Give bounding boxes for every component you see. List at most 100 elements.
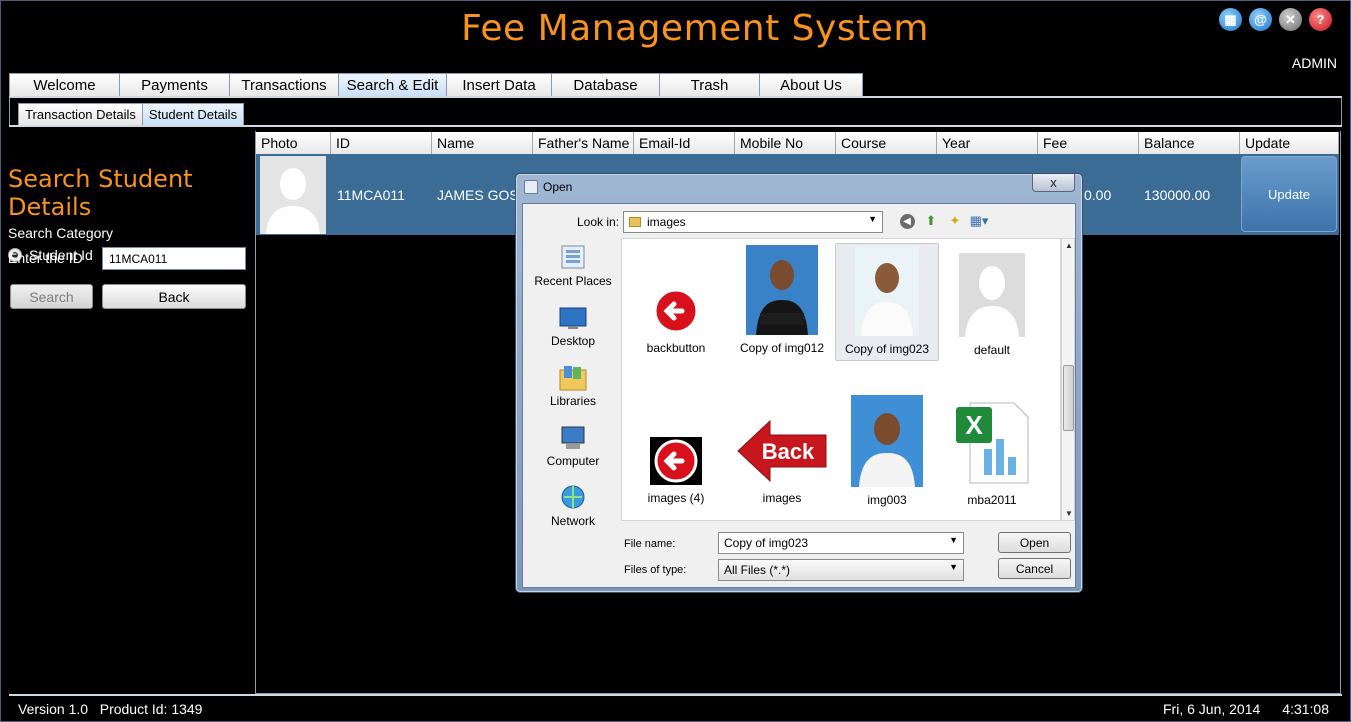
tab-welcome[interactable]: Welcome — [9, 73, 120, 97]
column-header[interactable]: Name — [432, 132, 533, 154]
place-label: Recent Places — [534, 274, 612, 288]
new-folder-icon[interactable]: ✦ — [946, 212, 964, 230]
network-icon — [558, 484, 588, 510]
recent-places-icon — [558, 244, 588, 270]
silhouette-icon — [260, 156, 326, 234]
place-label: Computer — [546, 454, 600, 468]
place-libraries[interactable]: Libraries — [533, 364, 613, 408]
file-name: default — [973, 343, 1011, 357]
column-header[interactable]: Father's Name — [533, 132, 634, 154]
grid-icon[interactable]: ▦ — [1218, 7, 1243, 32]
look-in-value: images — [647, 215, 686, 229]
file-item[interactable]: Back images — [730, 417, 834, 505]
search-title: Search Student Details — [8, 165, 193, 221]
file-name: images (4) — [647, 491, 705, 505]
cell-fee: 0.00 — [1084, 187, 1112, 203]
place-computer[interactable]: Computer — [533, 424, 613, 468]
search-button[interactable]: Search — [10, 284, 93, 309]
file-name-combo[interactable]: Copy of img023 ▼ — [718, 532, 964, 554]
tab-insert-data[interactable]: Insert Data — [446, 73, 552, 97]
scrollbar-thumb[interactable] — [1063, 365, 1074, 431]
place-desktop[interactable]: Desktop — [533, 304, 613, 348]
file-item[interactable]: X mba2011 — [940, 399, 1044, 507]
column-header[interactable]: Course — [836, 132, 937, 154]
update-button[interactable]: Update — [1241, 156, 1337, 232]
look-in-label: Look in: — [577, 215, 620, 229]
svg-text:X: X — [965, 410, 983, 440]
student-photo — [260, 156, 326, 234]
tab-transaction-details[interactable]: Transaction Details — [18, 103, 143, 125]
cell-id: 11MCA011 — [337, 187, 405, 203]
column-header[interactable]: Email-Id — [634, 132, 735, 154]
view-menu-icon[interactable]: ▦▾ — [970, 212, 989, 230]
file-item[interactable]: Copy of img023 — [835, 243, 939, 361]
file-name: Copy of img012 — [739, 341, 825, 355]
place-label: Network — [550, 514, 595, 528]
tab-payments[interactable]: Payments — [119, 73, 230, 97]
scroll-down-icon[interactable]: ▼ — [1065, 509, 1073, 518]
scroll-up-icon[interactable]: ▲ — [1065, 241, 1073, 250]
tab-transactions[interactable]: Transactions — [229, 73, 339, 97]
place-network[interactable]: Network — [533, 484, 613, 528]
column-header[interactable]: Balance — [1139, 132, 1240, 154]
libraries-icon — [558, 364, 588, 391]
close-icon[interactable]: ✕ — [1278, 7, 1303, 32]
tab-database[interactable]: Database — [551, 73, 660, 97]
look-in-combo[interactable]: images ▼ — [623, 211, 883, 233]
column-header[interactable]: Fee — [1038, 132, 1139, 154]
file-item[interactable]: default — [940, 253, 1044, 357]
file-name: mba2011 — [967, 493, 1017, 507]
files-of-type-value: All Files (*.*) — [724, 563, 791, 577]
tab-search-edit[interactable]: Search & Edit — [338, 73, 447, 97]
open-dialog: Open x Look in: images ▼ ◀ ⬆ ✦ ▦▾ Recent… — [515, 173, 1083, 593]
file-item[interactable]: backbutton — [624, 287, 728, 355]
dialog-title: Open — [543, 180, 573, 194]
status-divider — [9, 694, 1342, 696]
main-tab-bar: Welcome Payments Transactions Search & E… — [9, 73, 863, 97]
back-icon[interactable]: ◀ — [898, 212, 916, 230]
cancel-button[interactable]: Cancel — [998, 558, 1071, 579]
back-button[interactable]: Back — [102, 284, 246, 309]
column-header[interactable]: Year — [937, 132, 1038, 154]
red-back-arrow-icon — [652, 287, 700, 335]
dialog-nav-toolbar: ◀ ⬆ ✦ ▦▾ — [898, 212, 988, 230]
photo-thumbnail — [746, 245, 818, 335]
at-icon[interactable]: @ — [1248, 7, 1273, 32]
file-list-scrollbar[interactable]: ▲ ▼ — [1061, 238, 1075, 521]
status-left: Version 1.0 Product Id: 1349 — [18, 701, 202, 717]
place-recent[interactable]: Recent Places — [533, 244, 613, 288]
column-header[interactable]: ID — [331, 132, 432, 154]
date-label: Fri, 6 Jun, 2014 — [1163, 701, 1261, 717]
tab-trash[interactable]: Trash — [659, 73, 760, 97]
open-button[interactable]: Open — [998, 532, 1071, 553]
tab-about-us[interactable]: About Us — [759, 73, 863, 97]
photo-thumbnail — [851, 395, 923, 487]
column-header[interactable]: Mobile No — [735, 132, 836, 154]
computer-icon — [558, 424, 588, 450]
file-name: backbutton — [646, 341, 706, 355]
user-label: ADMIN — [1291, 55, 1337, 71]
cell-name: JAMES GOSL — [437, 187, 527, 203]
java-cup-icon — [524, 180, 538, 194]
dialog-close-button[interactable]: x — [1032, 174, 1075, 192]
file-item[interactable]: images (4) — [624, 437, 728, 505]
column-header[interactable]: Photo — [256, 132, 331, 154]
red-back-arrow-icon — [650, 437, 702, 485]
id-input[interactable] — [102, 247, 246, 270]
help-icon[interactable]: ? — [1308, 7, 1333, 32]
dialog-body: Look in: images ▼ ◀ ⬆ ✦ ▦▾ Recent Places… — [522, 203, 1076, 588]
file-item[interactable]: img003 — [835, 395, 939, 507]
files-of-type-combo[interactable]: All Files (*.*) ▼ — [718, 559, 964, 581]
up-folder-icon[interactable]: ⬆ — [922, 212, 940, 230]
desktop-icon — [558, 304, 588, 330]
file-item[interactable]: Copy of img012 — [730, 245, 834, 355]
sub-tab-bar: Transaction Details Student Details — [18, 103, 244, 125]
chevron-down-icon: ▼ — [949, 535, 958, 545]
places-bar: Recent Places Desktop Libraries Computer… — [533, 244, 613, 554]
column-header[interactable]: Update — [1240, 132, 1339, 154]
search-category-label: Search Category — [8, 225, 114, 241]
time-label: 4:31:08 — [1282, 701, 1329, 717]
file-name: img003 — [867, 493, 907, 507]
tab-student-details[interactable]: Student Details — [142, 103, 244, 125]
sub-tab-divider — [9, 125, 1342, 127]
